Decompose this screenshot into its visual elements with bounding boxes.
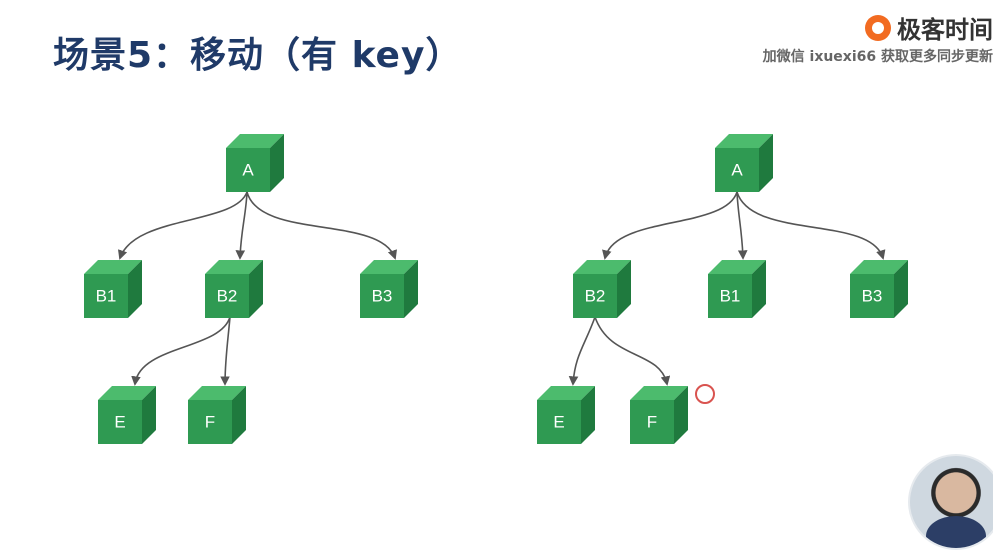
node-cube: A <box>715 134 773 192</box>
edge-b2-e <box>131 316 231 386</box>
node-label: B2 <box>585 286 606 305</box>
edge-a-b1 <box>118 191 248 260</box>
edge-a-b3 <box>736 191 886 260</box>
edge-a-b2 <box>602 191 738 260</box>
node-cube: F <box>630 386 688 444</box>
edge-b2-f <box>220 316 231 386</box>
node-cube: E <box>537 386 595 444</box>
node-label: B3 <box>862 286 883 305</box>
node-cube: B3 <box>850 260 908 318</box>
node-cube: A <box>226 134 284 192</box>
cursor-highlight-circle <box>695 384 715 404</box>
edge-a-b3 <box>246 191 397 260</box>
node-cube: B2 <box>573 260 631 318</box>
node-cube: F <box>188 386 246 444</box>
node-cube: B1 <box>84 260 142 318</box>
node-label: B3 <box>372 286 393 305</box>
node-label: A <box>242 160 254 179</box>
node-label: B2 <box>217 286 238 305</box>
edge-b2-e <box>568 316 596 386</box>
node-cube: B1 <box>708 260 766 318</box>
node-label: A <box>731 160 743 179</box>
presenter-webcam <box>908 454 993 550</box>
node-cube: E <box>98 386 156 444</box>
node-cube: B3 <box>360 260 418 318</box>
edge-b2-f <box>594 316 671 386</box>
node-cube: B2 <box>205 260 263 318</box>
node-label: B1 <box>720 286 741 305</box>
node-label: F <box>647 412 657 431</box>
node-label: F <box>205 412 215 431</box>
node-label: E <box>553 412 564 431</box>
edge-a-b2 <box>235 191 248 260</box>
tree-diagram: A B1 B2 B3 E F A B2 B1 B3 E F <box>84 134 908 444</box>
node-label: E <box>114 412 125 431</box>
node-label: B1 <box>96 286 117 305</box>
